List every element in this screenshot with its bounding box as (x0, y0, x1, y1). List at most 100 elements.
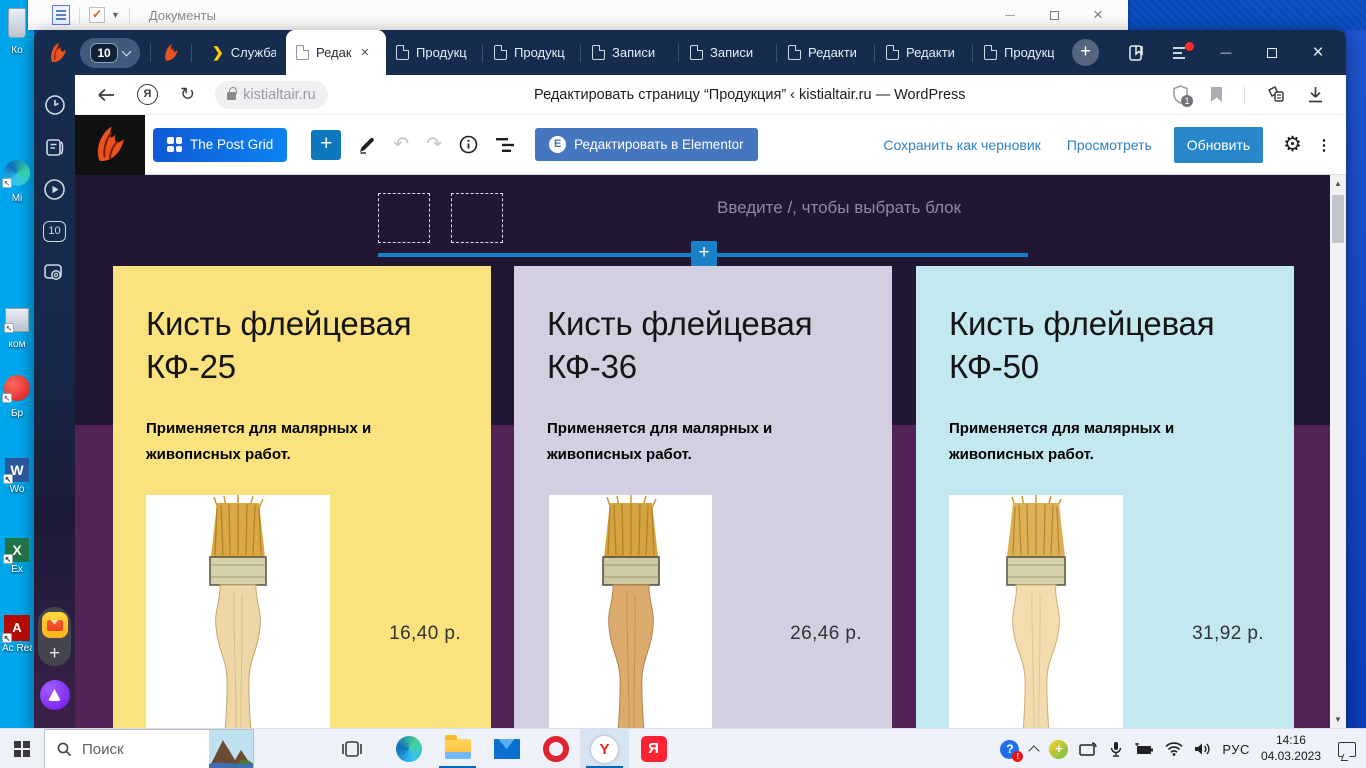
taskbar-app-mail[interactable] (482, 729, 531, 768)
scroll-up-arrow[interactable]: ▲ (1330, 179, 1346, 188)
add-service-button[interactable] (49, 646, 60, 662)
start-button[interactable] (0, 729, 44, 768)
sidebar-menu-icon[interactable] (1172, 41, 1194, 60)
product-title: Кисть флейцевая КФ-36 (547, 305, 813, 385)
background-window-titlebar[interactable]: Документы (28, 0, 1128, 30)
close-button[interactable] (1308, 43, 1328, 63)
video-icon[interactable] (43, 177, 67, 201)
post-grid-button[interactable]: The Post Grid (153, 127, 288, 162)
tab-group-selector[interactable]: 10 (80, 37, 140, 68)
notes-icon[interactable] (43, 135, 67, 159)
task-view-icon[interactable] (340, 737, 364, 761)
new-tab-button[interactable] (1072, 39, 1099, 66)
reload-button[interactable] (180, 84, 195, 105)
yandex-mail-icon[interactable] (41, 612, 68, 638)
opera-icon (542, 736, 569, 762)
yandex-search-icon[interactable] (137, 84, 158, 105)
help-notification-icon[interactable] (1000, 739, 1024, 762)
close-tab-icon[interactable]: × (361, 44, 370, 61)
details-info-button[interactable] (459, 135, 478, 154)
browser-window: 10 ❯ Служба Редак × Продукц Продукц Запи… (34, 30, 1346, 728)
desktop-icon-excel[interactable]: X Ex (2, 538, 32, 575)
tab-products-2[interactable]: Продукц (484, 30, 579, 75)
bookmarks-panel-icon[interactable] (1128, 44, 1146, 62)
document-icon (52, 5, 70, 25)
empty-block-placeholder[interactable] (451, 193, 503, 243)
settings-gear-icon[interactable] (1283, 132, 1302, 157)
tab-edit-1[interactable]: Редакти (778, 30, 873, 75)
undo-button[interactable] (393, 133, 409, 156)
update-button[interactable]: Обновить (1173, 126, 1264, 163)
taskbar-app-opera[interactable] (531, 729, 580, 768)
extension-icon[interactable] (1266, 85, 1286, 104)
microphone-icon[interactable] (1109, 741, 1123, 758)
product-card[interactable]: Кисть флейцевая КФ-36 Применяется для ма… (514, 266, 892, 728)
maximize-button[interactable] (1262, 43, 1282, 63)
product-card[interactable]: Кисть флейцевая КФ-25 Применяется для ма… (113, 266, 491, 728)
divider (776, 43, 777, 62)
back-button[interactable] (97, 88, 115, 102)
taskbar-search[interactable]: Поиск (44, 729, 254, 768)
protect-shield-icon[interactable]: 1 (1172, 85, 1193, 107)
download-icon[interactable] (1307, 86, 1324, 104)
block-placeholder-text[interactable]: Введите /, чтобы выбрать блок (717, 198, 961, 218)
tabs-counter-icon[interactable]: 10 (43, 219, 67, 243)
empty-block-placeholder[interactable] (378, 193, 430, 243)
tools-pencil-button[interactable] (358, 136, 376, 154)
taskbar-app-edge[interactable] (384, 729, 433, 768)
edit-in-elementor-button[interactable]: Редактировать в Elementor (535, 128, 758, 161)
alice-assistant-icon[interactable] (39, 680, 70, 710)
windows-logo-icon (14, 741, 30, 757)
desktop-icon-cup[interactable]: Ко (2, 8, 32, 56)
clock[interactable]: 14:16 04.03.2023 (1261, 733, 1321, 764)
tray-expand-chevron[interactable] (1028, 743, 1041, 757)
minimize-button[interactable] (1216, 43, 1236, 63)
notification-center-icon[interactable] (1338, 741, 1356, 757)
desktop-icon-word[interactable]: W Wo (2, 458, 32, 495)
add-block-button[interactable] (691, 241, 717, 267)
volume-icon[interactable] (1194, 742, 1211, 756)
green-service-icon[interactable] (1049, 739, 1069, 759)
block-inserter-button[interactable] (311, 129, 342, 160)
screenshot-icon[interactable] (43, 261, 67, 285)
search-highlight-image[interactable] (209, 730, 253, 768)
desktop-icon-browser[interactable]: Бр (2, 375, 32, 419)
tab-active-edit-page[interactable]: Редак × (286, 30, 386, 75)
page-icon (296, 45, 309, 60)
product-card[interactable]: Кисть флейцевая КФ-50 Применяется для ма… (916, 266, 1294, 728)
desktop-icon-acrobat[interactable]: A Ac Rea (2, 615, 32, 654)
list-view-button[interactable] (495, 137, 515, 153)
history-icon[interactable] (43, 93, 67, 117)
desktop-icon-shortcut[interactable]: ком (2, 308, 32, 350)
url-field[interactable]: kistialtair.ru (215, 80, 328, 109)
taskbar-app-yandex-browser[interactable]: Y (580, 729, 629, 768)
bookmark-icon[interactable] (1210, 86, 1223, 103)
site-logo[interactable] (75, 114, 145, 175)
language-indicator[interactable]: РУС (1222, 742, 1250, 757)
tab-edit-2[interactable]: Редакти (876, 30, 971, 75)
minimize-button[interactable] (988, 1, 1032, 29)
desktop-icon-edge[interactable]: Mi (2, 160, 32, 204)
scrollbar-thumb[interactable] (1332, 195, 1344, 243)
browser-sidebar: 10 (34, 75, 75, 728)
tab-posts-1[interactable]: Записи (582, 30, 677, 75)
close-button[interactable] (1076, 1, 1120, 29)
wifi-icon[interactable] (1165, 742, 1183, 756)
wordpress-editor-toolbar: The Post Grid Редактировать в Elementor … (75, 114, 1346, 175)
tab-service[interactable]: ❯ Служба (202, 30, 286, 75)
shortcut-arrow-icon (2, 633, 12, 643)
redo-button[interactable] (426, 133, 442, 156)
tab-products-3[interactable]: Продукц (974, 30, 1064, 75)
options-kebab-icon[interactable] (1316, 136, 1332, 154)
tab-posts-2[interactable]: Записи (680, 30, 775, 75)
battery-icon[interactable] (1134, 742, 1154, 756)
cast-icon[interactable] (1079, 741, 1098, 757)
scroll-down-arrow[interactable]: ▼ (1330, 715, 1346, 724)
preview-link[interactable]: Просмотреть (1067, 137, 1152, 153)
maximize-button[interactable] (1032, 1, 1076, 29)
scrollbar[interactable]: ▲ ▼ (1330, 175, 1346, 728)
save-draft-link[interactable]: Сохранить как черновик (883, 137, 1040, 153)
taskbar-app-explorer[interactable] (433, 729, 482, 768)
tab-products-1[interactable]: Продукц (386, 30, 481, 75)
taskbar-app-yandex[interactable]: Я (629, 729, 678, 768)
